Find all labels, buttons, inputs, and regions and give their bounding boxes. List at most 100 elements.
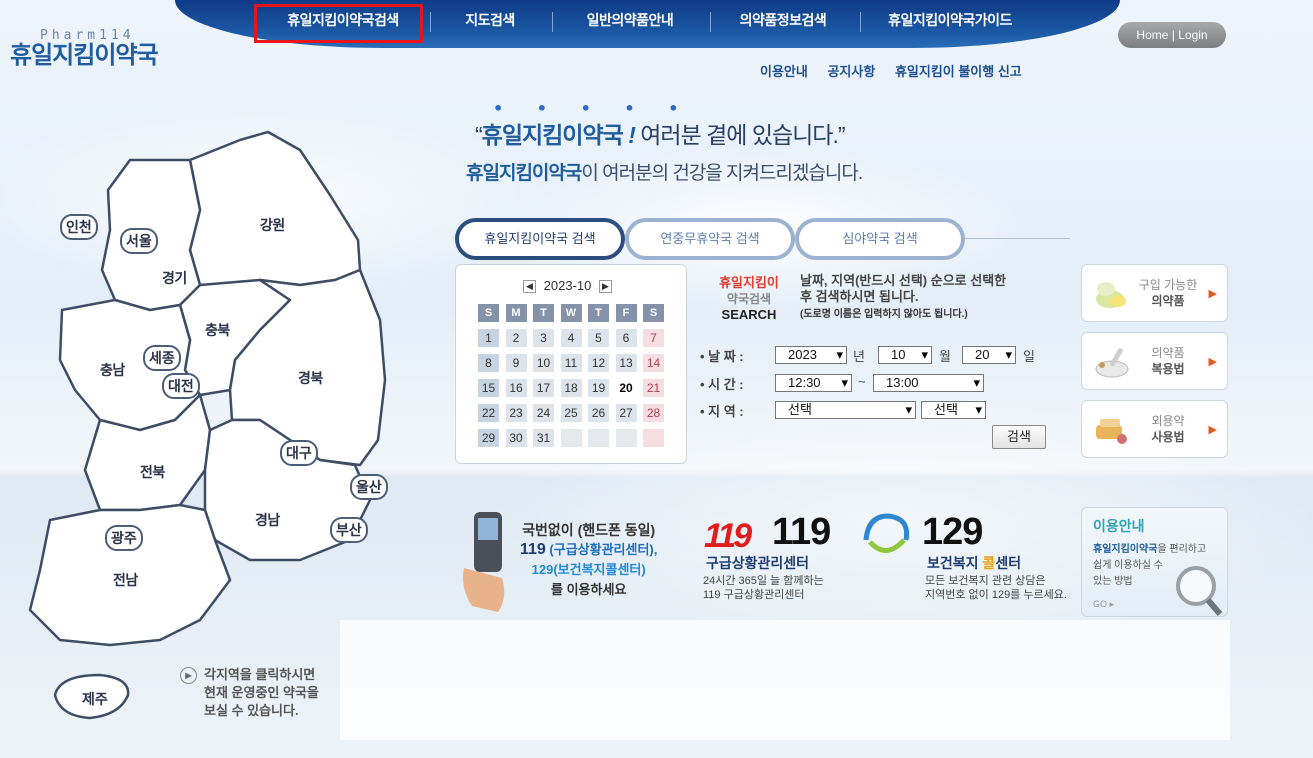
calendar-next-icon[interactable]: ▶ bbox=[598, 280, 612, 294]
search-button[interactable]: 검색 bbox=[992, 425, 1046, 449]
map-label-gwangju[interactable]: 광주 bbox=[105, 525, 143, 551]
side-card-label: 구입 가능한 의약품 bbox=[1138, 278, 1198, 308]
nav-otc-guide[interactable]: 일반의약품안내 bbox=[560, 0, 700, 44]
calendar-day[interactable]: 3 bbox=[533, 329, 554, 347]
calendar-day[interactable]: 11 bbox=[560, 354, 582, 372]
calendar-empty-cell bbox=[643, 429, 664, 447]
map-hint-line1: 각지역을 클릭하시면 bbox=[204, 667, 316, 682]
calendar-day[interactable]: 22 bbox=[478, 404, 499, 422]
calendar-day[interactable]: 13 bbox=[615, 354, 637, 372]
calendar-day[interactable]: 24 bbox=[533, 404, 554, 422]
map-label-sejong[interactable]: 세종 bbox=[143, 345, 181, 371]
region-label: • 지 역 : bbox=[700, 404, 744, 419]
calendar-prev-icon[interactable]: ◀ bbox=[523, 280, 536, 294]
calendar-day[interactable]: 25 bbox=[560, 404, 582, 422]
map-label-gyeonggi[interactable]: 경기 bbox=[162, 268, 187, 288]
calendar-dow-header: T bbox=[533, 304, 554, 322]
emergency-119-logo: 119 bbox=[704, 517, 752, 555]
calendar-day[interactable]: 2 bbox=[505, 329, 527, 347]
map-hint: ▶ 각지역을 클릭하시면 현재 운영중인 약국을 보실 수 있습니다. bbox=[180, 666, 319, 720]
nav-active-highlight bbox=[254, 4, 423, 43]
logo-subtitle: Pharm114 bbox=[40, 28, 135, 43]
calendar-month: 2023-10 bbox=[543, 278, 592, 293]
time-to-select[interactable]: 13:00 bbox=[873, 374, 984, 392]
map-label-jeonnam[interactable]: 전남 bbox=[113, 570, 138, 590]
search-brand-line3: SEARCH bbox=[721, 307, 777, 322]
tab-open-all-year-pharmacy[interactable]: 연중무휴약국 검색 bbox=[625, 218, 795, 260]
map-label-jeonbuk[interactable]: 전북 bbox=[140, 462, 165, 482]
calendar-day[interactable]: 23 bbox=[505, 404, 527, 422]
calendar-day[interactable]: 10 bbox=[533, 354, 554, 372]
month-select[interactable]: 10 bbox=[878, 346, 932, 364]
calendar-day[interactable]: 31 bbox=[533, 429, 554, 447]
usage-guide-go-link[interactable]: GO ▸ bbox=[1093, 599, 1114, 610]
calendar-day[interactable]: 27 bbox=[615, 404, 637, 422]
nav-drug-info-search[interactable]: 의약품정보검색 bbox=[718, 0, 848, 44]
calendar-day[interactable]: 19 bbox=[588, 379, 609, 397]
subregion-select[interactable]: 선택 bbox=[921, 401, 986, 419]
map-label-jeju[interactable]: 제주 bbox=[78, 688, 112, 710]
calendar-day[interactable]: 17 bbox=[533, 379, 554, 397]
calendar-day[interactable]: 12 bbox=[588, 354, 609, 372]
subnav-report[interactable]: 휴일지킴이 불이행 신고 bbox=[895, 64, 1022, 79]
map-hint-line3: 보실 수 있습니다. bbox=[204, 703, 299, 718]
home-login-button[interactable]: Home | Login bbox=[1118, 22, 1226, 48]
calendar-day[interactable]: 21 bbox=[643, 379, 664, 397]
headline-main: “휴일지킴이약국 ! 여러분 곁에 있습니다.” bbox=[475, 122, 846, 148]
time-separator: ~ bbox=[858, 374, 866, 389]
subnav-usage-guide[interactable]: 이용안내 bbox=[760, 64, 808, 79]
emergency-119-number: 119 bbox=[772, 511, 831, 553]
map-label-chungbuk[interactable]: 충북 bbox=[205, 320, 230, 340]
ointment-icon bbox=[1096, 419, 1127, 444]
calendar-day[interactable]: 28 bbox=[643, 404, 664, 422]
calendar-day[interactable]: 4 bbox=[560, 329, 582, 347]
usage-guide-card[interactable]: 이용안내 휴일지킴이약국을 편리하고 쉽게 이용하실 수 있는 방법 GO ▸ bbox=[1081, 507, 1228, 617]
instr-line3: (도로명 이름은 입력하지 않아도 됩니다.) bbox=[800, 309, 968, 320]
play-circle-icon: ▶ bbox=[180, 667, 197, 684]
search-brand-line2: 약국검색 bbox=[726, 292, 772, 306]
calendar-day[interactable]: 18 bbox=[560, 379, 582, 397]
side-card-label: 의약품 복용법 bbox=[1151, 346, 1185, 376]
calendar-day[interactable]: 8 bbox=[478, 354, 499, 372]
map-label-gangwon[interactable]: 강원 bbox=[260, 215, 285, 235]
region-select[interactable]: 선택 bbox=[775, 401, 916, 419]
calendar-day[interactable]: 30 bbox=[505, 429, 527, 447]
day-select[interactable]: 20 bbox=[962, 346, 1016, 364]
tab-night-pharmacy[interactable]: 심야약국 검색 bbox=[795, 218, 965, 260]
calendar-day[interactable]: 6 bbox=[615, 329, 637, 347]
nav-map-search[interactable]: 지도검색 bbox=[440, 0, 540, 44]
map-label-ulsan[interactable]: 울산 bbox=[350, 474, 388, 500]
calendar-day[interactable]: 16 bbox=[505, 379, 527, 397]
calendar-day[interactable]: 9 bbox=[505, 354, 527, 372]
nav-pharmacy-guide[interactable]: 휴일지킴이약국가이드 bbox=[870, 0, 1030, 44]
time-from-select[interactable]: 12:30 bbox=[775, 374, 852, 392]
map-label-gyeongbuk[interactable]: 경북 bbox=[298, 368, 323, 388]
calendar-day[interactable]: 7 bbox=[643, 329, 664, 347]
map-label-daegu[interactable]: 대구 bbox=[280, 440, 318, 466]
side-card-available-drugs[interactable]: 구입 가능한 의약품 ▶ bbox=[1081, 264, 1228, 322]
map-label-daejeon[interactable]: 대전 bbox=[162, 373, 200, 399]
calendar-day[interactable]: 29 bbox=[478, 429, 499, 447]
subnav-notice[interactable]: 공지사항 bbox=[827, 64, 875, 79]
calendar-day[interactable]: 15 bbox=[478, 379, 499, 397]
calendar-day[interactable]: 1 bbox=[478, 329, 499, 347]
callcenter-129-title: 보건복지 콜센터 bbox=[927, 555, 1022, 571]
tab-holiday-pharmacy[interactable]: 휴일지킴이약국 검색 bbox=[455, 218, 625, 260]
calendar-day[interactable]: 20 bbox=[615, 379, 637, 397]
bottom-panel bbox=[340, 620, 1230, 740]
calendar-day[interactable]: 14 bbox=[643, 354, 664, 372]
year-select[interactable]: 2023 bbox=[775, 346, 847, 364]
site-logo[interactable]: Pharm114 휴일지킴이약국 bbox=[10, 28, 159, 69]
callcenter-129-number: 129 bbox=[922, 511, 983, 553]
map-label-incheon[interactable]: 인천 bbox=[60, 214, 98, 240]
nav-separator bbox=[430, 12, 431, 32]
map-label-seoul[interactable]: 서울 bbox=[120, 228, 158, 254]
side-card-dosage[interactable]: 의약품 복용법 ▶ bbox=[1081, 332, 1228, 390]
calendar-day[interactable]: 26 bbox=[588, 404, 609, 422]
map-label-gyeongnam[interactable]: 경남 bbox=[255, 510, 280, 530]
calendar-day[interactable]: 5 bbox=[588, 329, 609, 347]
side-card-external-use[interactable]: 외용약 사용법 ▶ bbox=[1081, 400, 1228, 458]
map-label-busan[interactable]: 부산 bbox=[330, 517, 368, 543]
map-label-chungnam[interactable]: 충남 bbox=[100, 360, 125, 380]
nav-separator bbox=[552, 12, 553, 32]
